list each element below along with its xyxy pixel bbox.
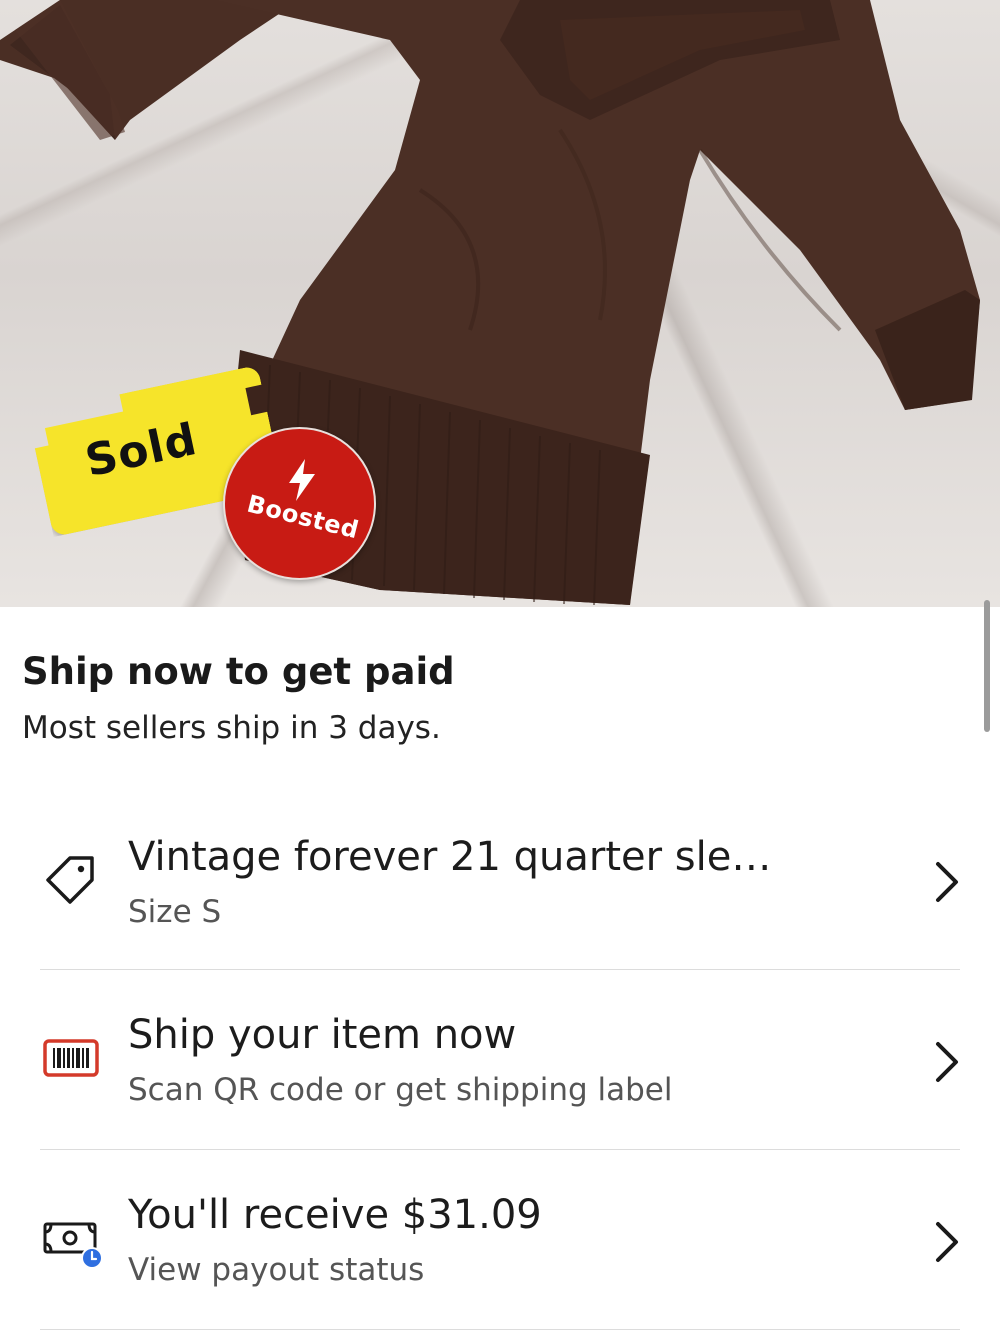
item-row[interactable]: Vintage forever 21 quarter sle… Size S [0, 830, 1000, 965]
payout-row[interactable]: You'll receive $31.09 View payout status [0, 1190, 1000, 1325]
lightning-bolt-icon [289, 459, 315, 501]
listing-photo[interactable]: Sold Boosted [0, 0, 1000, 607]
money-clock-icon [43, 1222, 103, 1269]
divider [40, 1329, 960, 1330]
item-size: Size S [128, 894, 222, 930]
divider [40, 969, 960, 970]
boosted-badge: Boosted [223, 427, 376, 580]
page-title: Ship now to get paid [22, 650, 455, 693]
payout-subtitle: View payout status [128, 1252, 425, 1288]
item-title: Vintage forever 21 quarter sle… [128, 834, 772, 880]
barcode-icon [43, 1039, 99, 1077]
ship-subtitle: Scan QR code or get shipping label [128, 1072, 673, 1108]
chevron-right-icon [936, 1222, 958, 1262]
scrollbar[interactable] [984, 600, 990, 732]
chevron-right-icon [936, 862, 958, 902]
page-subtitle: Most sellers ship in 3 days. [22, 710, 441, 746]
ship-item-row[interactable]: Ship your item now Scan QR code or get s… [0, 1010, 1000, 1145]
price-tag-icon [46, 856, 94, 904]
chevron-right-icon [936, 1042, 958, 1082]
payout-title: You'll receive $31.09 [128, 1192, 542, 1238]
divider [40, 1149, 960, 1150]
ship-title: Ship your item now [128, 1012, 517, 1058]
